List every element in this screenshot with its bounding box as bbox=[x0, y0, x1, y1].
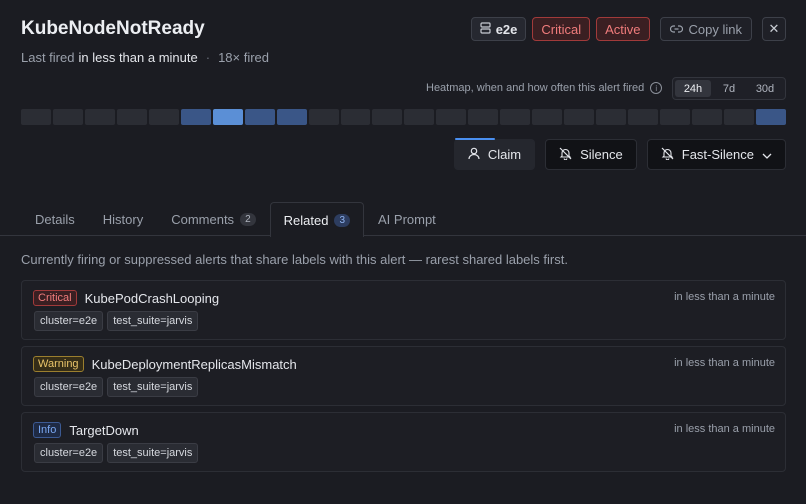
related-alert-item[interactable]: Info TargetDown in less than a minute cl… bbox=[21, 412, 786, 472]
heatmap-cell[interactable] bbox=[436, 109, 467, 125]
heatmap-cell[interactable] bbox=[596, 109, 627, 125]
label-chip[interactable]: cluster=e2e bbox=[34, 377, 104, 397]
heatmap-cell[interactable] bbox=[692, 109, 722, 125]
heatmap-cell[interactable] bbox=[628, 109, 659, 125]
heatmap bbox=[21, 109, 786, 125]
heatmap-label-text: Heatmap, when and how often this alert f… bbox=[426, 82, 645, 94]
env-tag-label: e2e bbox=[495, 21, 518, 37]
heatmap-cell[interactable] bbox=[468, 109, 499, 125]
tab-details[interactable]: Details bbox=[21, 202, 89, 236]
related-alert-time: in less than a minute bbox=[674, 291, 775, 303]
heatmap-cell[interactable] bbox=[52, 109, 83, 125]
silence-button[interactable]: Silence bbox=[545, 139, 637, 170]
tab-related[interactable]: Related 3 bbox=[269, 202, 364, 237]
bell-off-icon bbox=[661, 147, 674, 163]
label-list: cluster=e2e test_suite=jarvis bbox=[34, 443, 199, 463]
label-chip[interactable]: test_suite=jarvis bbox=[107, 377, 199, 397]
tab-comments[interactable]: Comments 2 bbox=[157, 202, 269, 236]
related-alert-item[interactable]: Warning KubeDeploymentReplicasMismatch i… bbox=[21, 346, 786, 406]
heatmap-cell[interactable] bbox=[564, 109, 595, 125]
related-alert-name: TargetDown bbox=[69, 422, 139, 438]
heatmap-cell[interactable] bbox=[500, 109, 531, 125]
separator-dot: · bbox=[205, 50, 211, 65]
related-alert-name: KubeDeploymentReplicasMismatch bbox=[91, 356, 297, 372]
label-list: cluster=e2e test_suite=jarvis bbox=[34, 311, 199, 331]
server-icon bbox=[480, 21, 491, 37]
related-alert-item[interactable]: Critical KubePodCrashLooping in less tha… bbox=[21, 280, 786, 340]
chevron-down-icon bbox=[762, 147, 772, 162]
label-chip[interactable]: test_suite=jarvis bbox=[107, 311, 199, 331]
alert-subline: Last fired in less than a minute · 18× f… bbox=[21, 50, 269, 65]
heatmap-cell[interactable] bbox=[340, 109, 371, 125]
heatmap-cell[interactable] bbox=[21, 109, 51, 125]
range-7d[interactable]: 7d bbox=[711, 80, 747, 97]
alert-actions: Claim Silence Fast-Silence bbox=[453, 138, 786, 170]
fast-silence-button[interactable]: Fast-Silence bbox=[646, 139, 786, 170]
severity-badge: Info bbox=[33, 422, 62, 438]
last-fired-value: in less than a minute bbox=[78, 50, 198, 65]
heatmap-cell[interactable] bbox=[308, 109, 339, 125]
heatmap-cell[interactable] bbox=[212, 109, 243, 125]
copy-link-button[interactable]: Copy link bbox=[659, 17, 752, 41]
severity-badge: Warning bbox=[33, 356, 84, 372]
related-alert-name: KubePodCrashLooping bbox=[84, 290, 220, 306]
related-alert-time: in less than a minute bbox=[674, 423, 775, 435]
label-chip[interactable]: test_suite=jarvis bbox=[107, 443, 199, 463]
tab-history[interactable]: History bbox=[89, 202, 157, 236]
tab-label: AI Prompt bbox=[378, 212, 436, 227]
severity-badge: Critical bbox=[33, 290, 77, 306]
label-chip[interactable]: cluster=e2e bbox=[34, 443, 104, 463]
heatmap-label: Heatmap, when and how often this alert f… bbox=[426, 82, 663, 94]
alert-title: KubeNodeNotReady bbox=[21, 18, 205, 39]
heatmap-cell[interactable] bbox=[180, 109, 211, 125]
related-description: Currently firing or suppressed alerts th… bbox=[21, 252, 568, 267]
close-button[interactable]: ✕ bbox=[762, 17, 786, 41]
tab-label: Related bbox=[283, 212, 329, 228]
severity-badge: Critical bbox=[532, 17, 591, 41]
heatmap-cell[interactable] bbox=[372, 109, 403, 125]
copy-link-label: Copy link bbox=[688, 21, 742, 37]
range-selector: 24h 7d 30d bbox=[672, 77, 786, 100]
heatmap-cell[interactable] bbox=[148, 109, 179, 125]
silence-label: Silence bbox=[580, 147, 623, 162]
tab-bar: Details History Comments 2 Related 3 AI … bbox=[21, 202, 806, 237]
tab-count-badge: 2 bbox=[240, 213, 256, 226]
tab-label: Comments bbox=[171, 212, 235, 227]
close-icon: ✕ bbox=[768, 21, 780, 36]
fast-silence-label: Fast-Silence bbox=[681, 147, 754, 162]
label-list: cluster=e2e test_suite=jarvis bbox=[34, 377, 199, 397]
heatmap-cell[interactable] bbox=[532, 109, 563, 125]
range-24h[interactable]: 24h bbox=[675, 80, 711, 97]
heatmap-cell[interactable] bbox=[276, 109, 307, 125]
status-badge: Active bbox=[596, 17, 650, 41]
heatmap-cell[interactable] bbox=[723, 109, 754, 125]
heatmap-cell[interactable] bbox=[755, 109, 786, 125]
claim-label: Claim bbox=[487, 147, 522, 162]
fired-count: 18× fired bbox=[218, 50, 270, 65]
env-tag: e2e bbox=[470, 17, 527, 41]
tab-label: History bbox=[102, 212, 144, 227]
info-icon[interactable]: i bbox=[650, 82, 663, 94]
tab-ai-prompt[interactable]: AI Prompt bbox=[364, 202, 450, 236]
label-chip[interactable]: cluster=e2e bbox=[34, 311, 104, 331]
tab-count-badge: 3 bbox=[334, 213, 350, 227]
heatmap-cell[interactable] bbox=[84, 109, 115, 125]
bell-off-icon bbox=[559, 147, 572, 163]
range-30d[interactable]: 30d bbox=[747, 80, 783, 97]
user-icon bbox=[468, 147, 480, 163]
heatmap-cell[interactable] bbox=[244, 109, 275, 125]
last-fired-label: Last fired bbox=[21, 50, 75, 65]
heatmap-cell[interactable] bbox=[116, 109, 147, 125]
related-alert-time: in less than a minute bbox=[674, 357, 775, 369]
heatmap-cell[interactable] bbox=[404, 109, 435, 125]
claim-button[interactable]: Claim bbox=[453, 138, 536, 170]
tab-label: Details bbox=[35, 212, 75, 227]
link-icon bbox=[669, 22, 683, 37]
heatmap-cell[interactable] bbox=[660, 109, 691, 125]
header-actions: e2e Critical Active Copy link ✕ bbox=[470, 17, 786, 41]
